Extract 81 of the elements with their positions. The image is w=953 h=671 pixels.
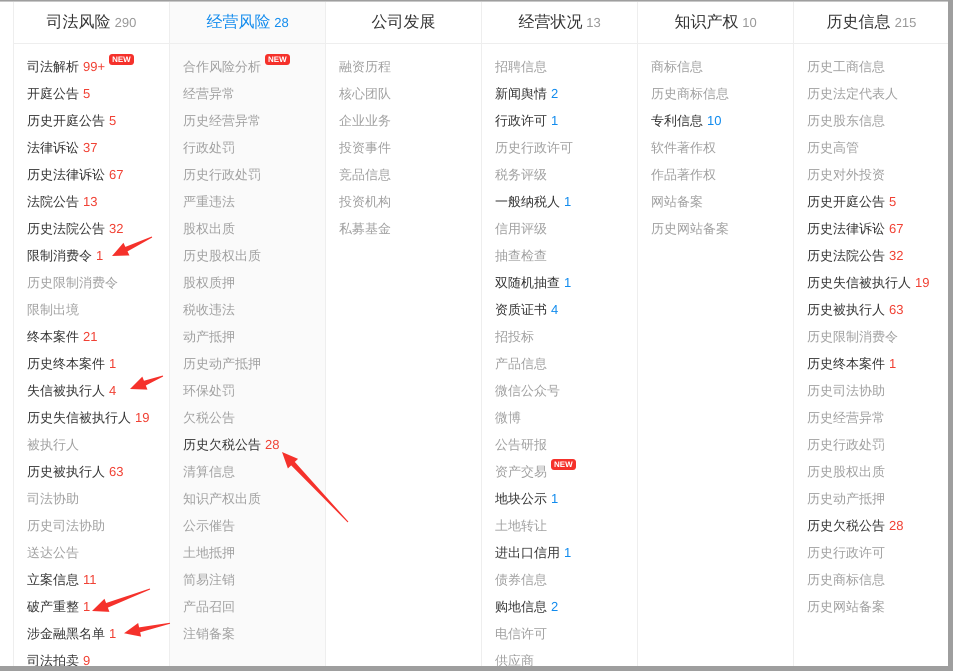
section-link[interactable]: 历史终本案件	[807, 354, 885, 374]
section-link[interactable]: 双随机抽查	[495, 272, 560, 292]
count-label: 1	[564, 274, 572, 292]
section-link[interactable]: 历史失信被执行人	[807, 272, 911, 292]
section-link[interactable]: 资质证书	[495, 300, 547, 320]
count-label: 19	[135, 408, 150, 427]
section-link[interactable]: 司法解析	[27, 56, 79, 76]
category-tab[interactable]: 经营状况 13	[482, 2, 637, 44]
category-tab[interactable]: 公司发展	[326, 2, 481, 44]
section-link[interactable]: 法院公告	[27, 192, 79, 212]
count-label: 5	[889, 192, 896, 211]
section-link[interactable]: 历史终本案件	[27, 354, 105, 374]
count-label: 1	[83, 598, 90, 616]
category-tab[interactable]: 经营风险 28	[170, 2, 325, 44]
section-link[interactable]: 行政许可	[495, 110, 547, 130]
section-link[interactable]: 历史开庭公告	[27, 110, 105, 130]
category-tab[interactable]: 历史信息 215	[794, 2, 948, 44]
section-link[interactable]: 历史法律诉讼	[807, 218, 885, 238]
count-label: 19	[915, 274, 930, 292]
count-label: 1	[889, 354, 896, 373]
arrow-icon	[129, 375, 164, 391]
count-label: 5	[83, 84, 90, 103]
count-label: 11	[83, 570, 96, 589]
section-link[interactable]: 开庭公告	[27, 84, 79, 104]
count-label: 2	[551, 598, 558, 616]
count-label: 28	[889, 516, 904, 535]
section-link[interactable]: 终本案件	[27, 326, 79, 346]
section-link[interactable]: 历史被执行人	[807, 300, 885, 320]
count-label: 63	[109, 462, 124, 481]
count-label: 63	[889, 300, 904, 319]
count-label: 10	[707, 112, 722, 130]
section-link[interactable]: 破产重整	[27, 596, 79, 616]
category-tab[interactable]: 司法风险 290	[14, 2, 169, 44]
count-label: 5	[109, 112, 116, 130]
count-label: 1	[551, 490, 558, 508]
section-link[interactable]: 历史法院公告	[807, 246, 885, 266]
section-link[interactable]: 历史失信被执行人	[27, 408, 131, 428]
count-label: 1	[109, 354, 116, 373]
section-link[interactable]: 涉金融黑名单	[27, 624, 105, 644]
count-label: 32	[889, 246, 904, 265]
count-label: 1	[564, 192, 572, 211]
new-badge: NEW	[109, 54, 134, 65]
new-badge: NEW	[265, 54, 290, 65]
section-link[interactable]: 专利信息	[651, 110, 703, 130]
arrow-icon	[91, 588, 151, 613]
arrow-icon	[281, 451, 349, 523]
section-link[interactable]: 失信被执行人	[27, 380, 105, 400]
count-label: 67	[109, 166, 124, 184]
count-label: 1	[551, 112, 558, 130]
count-label: 1	[96, 246, 104, 265]
count-label: 99+	[83, 58, 106, 76]
section-link[interactable]: 历史法律诉讼	[27, 164, 105, 184]
count-label: 9	[83, 652, 90, 666]
section-link[interactable]: 地块公示	[495, 488, 547, 508]
section-link[interactable]: 一般纳税人	[495, 192, 560, 212]
section-link[interactable]: 历史欠税公告	[183, 434, 261, 454]
count-label: 1	[109, 624, 116, 643]
count-label: 4	[551, 300, 558, 319]
arrow-icon	[123, 622, 171, 638]
count-label: 37	[83, 138, 98, 157]
count-label: 13	[83, 192, 98, 211]
section-link[interactable]: 进出口信用	[495, 542, 560, 562]
count-label: 2	[551, 84, 558, 103]
section-link[interactable]: 限制消费令	[27, 246, 92, 266]
count-label: 32	[109, 220, 124, 238]
count-label: 1	[564, 544, 572, 562]
count-label: 28	[265, 436, 280, 454]
count-label: 4	[109, 382, 116, 400]
count-label: 21	[83, 328, 98, 346]
section-link[interactable]: 历史开庭公告	[807, 192, 885, 212]
category-tab[interactable]: 知识产权 10	[638, 2, 793, 44]
section-link[interactable]: 历史法院公告	[27, 218, 105, 238]
new-badge: NEW	[551, 459, 576, 470]
count-label: 67	[889, 220, 904, 238]
arrow-icon	[111, 236, 153, 257]
section-link[interactable]: 历史被执行人	[27, 462, 105, 482]
section-link[interactable]: 历史欠税公告	[807, 516, 885, 536]
section-link[interactable]: 购地信息	[495, 596, 547, 616]
section-link[interactable]: 法律诉讼	[27, 138, 79, 158]
section-link[interactable]: 立案信息	[27, 570, 79, 590]
section-link[interactable]: 新闻舆情	[495, 84, 547, 104]
